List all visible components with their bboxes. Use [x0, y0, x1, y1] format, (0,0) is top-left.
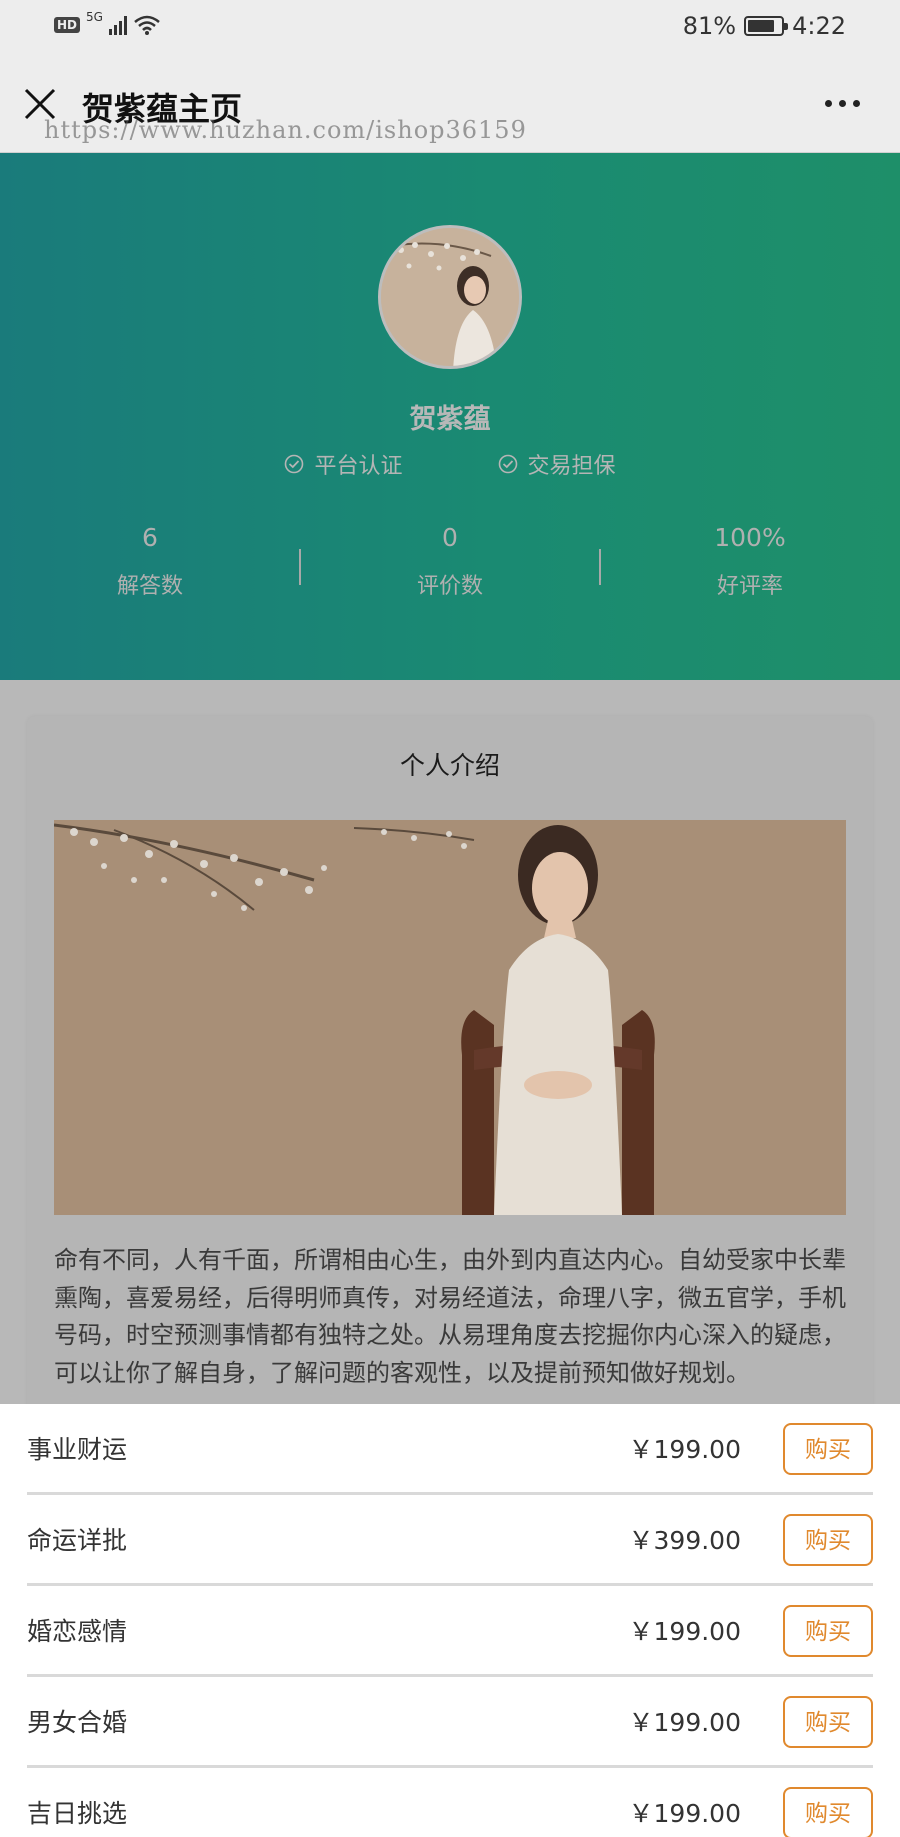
- stat-rating: 100% 好评率: [600, 523, 900, 600]
- buy-button[interactable]: 购买: [783, 1423, 873, 1475]
- stat-value: 0: [442, 523, 458, 552]
- stat-value: 100%: [714, 523, 786, 552]
- wifi-icon: [134, 15, 160, 35]
- product-price: ￥199.00: [628, 1435, 741, 1464]
- product-name: 婚恋感情: [27, 1617, 128, 1646]
- intro-title: 个人介绍: [399, 751, 500, 780]
- stat-label: 好评率: [716, 574, 783, 599]
- status-bar: HD 5G 81% 4:22: [0, 0, 900, 56]
- avatar: [378, 225, 522, 369]
- more-icon[interactable]: [825, 100, 860, 107]
- title-bar: 贺紫蕴主页 https://www.huzhan.com/ishop36159: [0, 56, 900, 153]
- intro-photo: [54, 820, 846, 1215]
- product-price: ￥199.00: [628, 1617, 741, 1646]
- battery-percent: 81%: [682, 12, 737, 40]
- buy-button[interactable]: 购买: [783, 1696, 873, 1748]
- product-row: 命运详批 ￥399.00 购买: [27, 1495, 873, 1586]
- product-name: 命运详批: [27, 1526, 128, 1555]
- product-row: 男女合婚 ￥199.00 购买: [27, 1677, 873, 1768]
- product-price: ￥199.00: [628, 1799, 741, 1828]
- check-circle-icon: [285, 454, 304, 474]
- product-name: 男女合婚: [27, 1708, 128, 1737]
- stat-label: 解答数: [116, 574, 183, 599]
- product-name: 吉日挑选: [27, 1799, 128, 1828]
- product-price: ￥199.00: [628, 1708, 741, 1737]
- product-row: 吉日挑选 ￥199.00 购买: [27, 1768, 873, 1837]
- status-left: HD 5G: [54, 10, 161, 36]
- stat-value: 6: [142, 523, 158, 552]
- signal-icon: [108, 15, 127, 35]
- expert-name: 贺紫蕴: [409, 404, 491, 435]
- product-list: 事业财运 ￥199.00 购买 命运详批 ￥399.00 购买 婚恋感情 ￥19…: [0, 1404, 900, 1837]
- check-circle-icon: [498, 454, 517, 474]
- product-name: 事业财运: [27, 1435, 128, 1464]
- watermark-text: https://www.huzhan.com/ishop36159: [44, 116, 527, 144]
- profile-header: 贺紫蕴 平台认证 交易担保 6 解答数 0 评价数 100% 好评率: [0, 153, 900, 680]
- buy-button[interactable]: 购买: [783, 1605, 873, 1657]
- badge-platform-verified: 平台认证: [284, 448, 403, 480]
- badge-transaction-guarantee: 交易担保: [498, 448, 616, 480]
- stats-row: 6 解答数 0 评价数 100% 好评率: [0, 523, 900, 603]
- clock: 4:22: [792, 12, 846, 40]
- battery-icon: [744, 16, 789, 36]
- stat-reviews: 0 评价数: [300, 523, 600, 600]
- network-type: 5G: [86, 10, 103, 24]
- intro-text: 命有不同，人有千面，所谓相由心生，由外到内直达内心。自幼受家中长辈熏陶，喜爱易经…: [54, 1246, 846, 1387]
- stat-answers: 6 解答数: [0, 523, 300, 600]
- badge-label: 平台认证: [314, 454, 403, 479]
- badge-label: 交易担保: [527, 454, 616, 479]
- product-row: 事业财运 ￥199.00 购买: [27, 1404, 873, 1495]
- stat-label: 评价数: [416, 574, 483, 599]
- status-right: 81% 4:22: [683, 12, 846, 40]
- product-price: ￥399.00: [628, 1526, 741, 1555]
- trust-badges: 平台认证 交易担保: [0, 448, 900, 480]
- hd-badge: HD: [54, 17, 81, 33]
- intro-card: 个人介绍 命有不同，人有千面，所谓相由心生，由外到内直达内心。自幼受家中长辈熏陶…: [27, 716, 873, 1456]
- buy-button[interactable]: 购买: [783, 1514, 873, 1566]
- buy-button[interactable]: 购买: [783, 1787, 873, 1837]
- product-row: 婚恋感情 ￥199.00 购买: [27, 1586, 873, 1677]
